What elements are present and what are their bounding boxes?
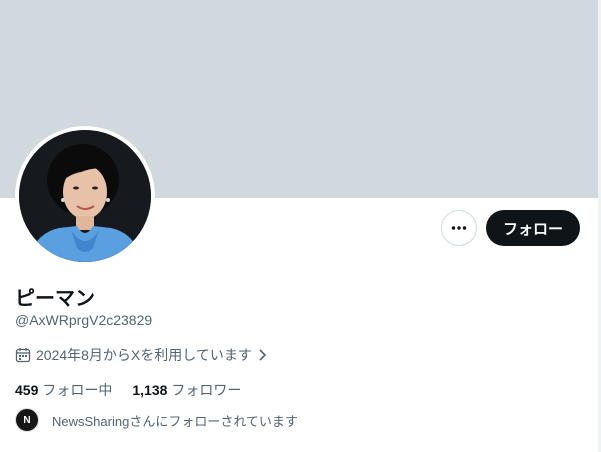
followed-by-text: NewsSharingさんにフォローされています [52,413,298,429]
display-name: ピーマン [15,288,95,310]
avatar-image [19,130,151,262]
calendar-icon [15,348,31,363]
follow-stats: 459 フォロー中 1,138 フォロワー [15,380,261,400]
following-label: フォロー中 [42,382,113,398]
joined-text: 2024年8月からXを利用しています [36,347,252,363]
profile-avatar[interactable] [15,126,155,266]
chevron-right-icon [259,349,266,361]
followers-count: 1,138 [132,382,168,398]
followers-label: フォロワー [171,382,242,398]
joined-date-link[interactable]: 2024年8月からXを利用しています [15,345,269,365]
user-handle: @AxWRprgV2c23829 [15,312,153,328]
follower-avatar: N [15,408,39,432]
follow-button[interactable]: フォロー [486,210,580,246]
more-horizontal-icon [451,226,467,230]
more-options-button[interactable] [441,210,477,246]
following-link[interactable]: 459 フォロー中 [15,380,112,400]
following-count: 459 [15,382,39,398]
profile-page: フォロー ピーマン @AxWRprgV2c23829 2024年8月からXを利用… [0,0,601,452]
followers-link[interactable]: 1,138 フォロワー [132,380,241,400]
followed-by-link[interactable]: N NewsSharingさんにフォローされています [15,408,298,432]
